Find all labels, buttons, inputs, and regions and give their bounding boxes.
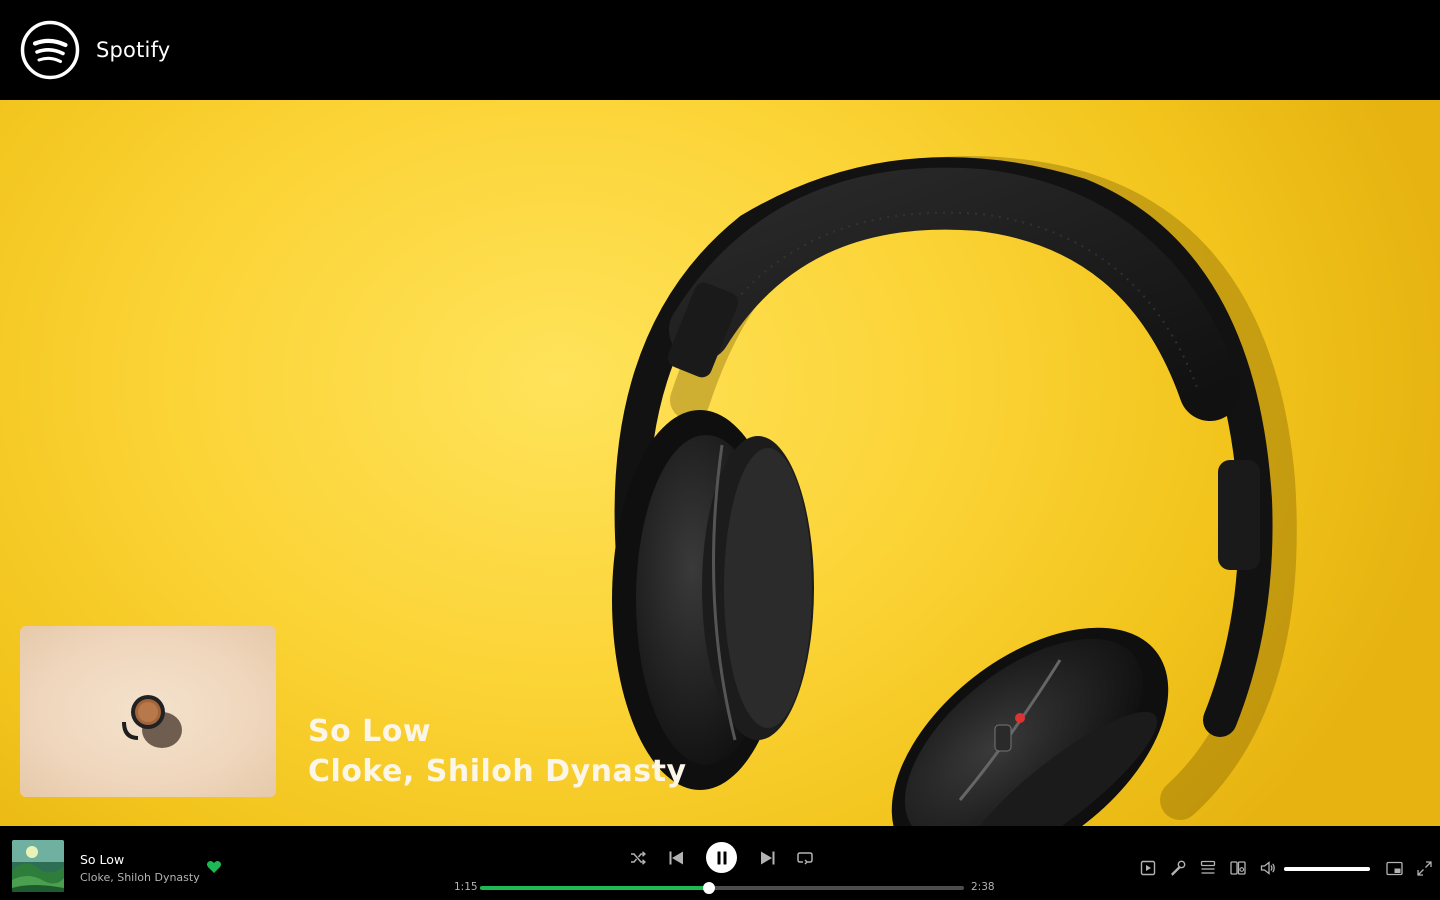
miniplayer-icon: [1385, 861, 1403, 875]
fullscreen-icon: [1416, 860, 1432, 876]
coffee-cup-image: [122, 695, 182, 748]
previous-button[interactable]: [666, 848, 686, 868]
lyrics-button[interactable]: [1168, 858, 1188, 878]
progress-handle[interactable]: [703, 882, 716, 894]
pause-icon: [717, 851, 726, 864]
elapsed-time: 1:15: [454, 881, 478, 893]
volume-icon: [1260, 861, 1275, 875]
play-pause-button[interactable]: [706, 842, 737, 873]
total-time: 2:38: [971, 881, 995, 893]
track-artists[interactable]: Cloke, Shiloh Dynasty: [80, 871, 200, 884]
repeat-icon: [797, 852, 813, 865]
volume-fill: [1284, 867, 1370, 871]
volume-button[interactable]: [1258, 858, 1278, 878]
connect-device-button[interactable]: [1228, 858, 1248, 878]
now-playing-view-icon: [1140, 860, 1156, 876]
queue-button[interactable]: [1198, 858, 1218, 878]
connect-device-icon: [1230, 861, 1246, 875]
top-bar: Spotify: [0, 0, 1440, 100]
repeat-button[interactable]: [795, 848, 815, 868]
now-playing-artists: Cloke, Shiloh Dynasty: [308, 754, 687, 789]
volume-slider[interactable]: [1284, 867, 1370, 871]
now-playing-caption: So Low Cloke, Shiloh Dynasty: [308, 712, 687, 792]
player-bar: So Low Cloke, Shiloh Dynasty 1:15 2:38: [0, 826, 1440, 900]
spotify-logo-icon[interactable]: [20, 20, 80, 80]
skip-previous-icon: [669, 851, 683, 865]
album-art-card[interactable]: [20, 626, 276, 797]
app-name: Spotify: [96, 38, 171, 62]
track-cover-art[interactable]: [12, 840, 64, 892]
progress-fill: [480, 886, 710, 890]
now-playing-title: So Low: [308, 714, 432, 749]
skip-next-icon: [760, 851, 774, 865]
track-title[interactable]: So Low: [80, 852, 124, 867]
shuffle-icon: [631, 851, 646, 865]
heart-icon[interactable]: [206, 859, 222, 875]
progress-bar[interactable]: [480, 882, 964, 894]
now-playing-background: So Low Cloke, Shiloh Dynasty: [0, 100, 1440, 826]
queue-icon: [1200, 860, 1216, 874]
fullscreen-button[interactable]: [1414, 858, 1434, 878]
miniplayer-button[interactable]: [1384, 858, 1404, 878]
shuffle-button[interactable]: [628, 849, 648, 867]
now-playing-view-button[interactable]: [1138, 858, 1158, 878]
microphone-icon: [1171, 860, 1186, 876]
next-button[interactable]: [757, 848, 777, 868]
